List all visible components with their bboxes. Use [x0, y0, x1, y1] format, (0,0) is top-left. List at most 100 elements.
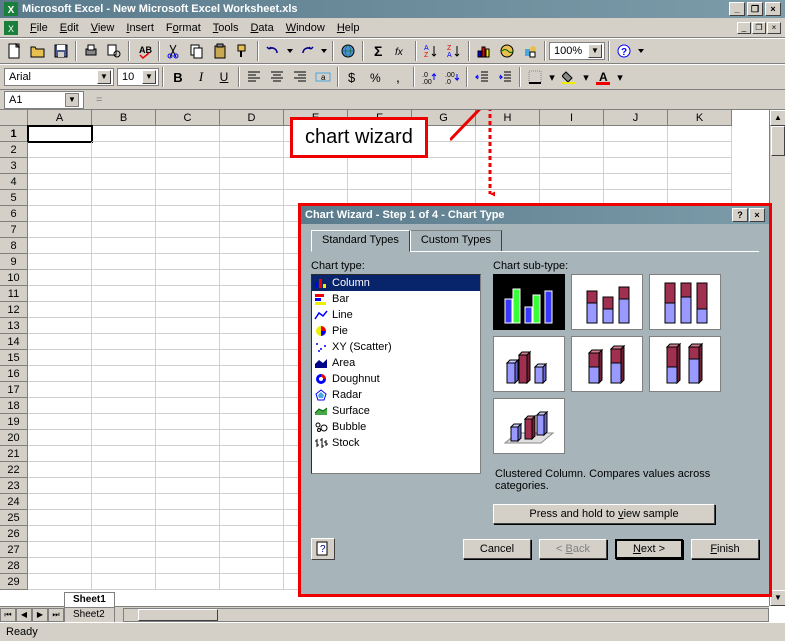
chart-subtype-5[interactable] [649, 336, 721, 392]
underline-button[interactable]: U [213, 66, 235, 88]
cell[interactable] [348, 158, 412, 174]
row-header[interactable]: 29 [0, 574, 28, 590]
row-header[interactable]: 26 [0, 526, 28, 542]
cell[interactable] [28, 526, 92, 542]
cell[interactable] [92, 158, 156, 174]
scroll-down-arrow[interactable]: ▼ [770, 590, 785, 606]
row-header[interactable]: 1 [0, 126, 28, 142]
cell[interactable] [156, 446, 220, 462]
fill-color-icon[interactable] [558, 66, 580, 88]
cell[interactable] [156, 430, 220, 446]
cell[interactable] [156, 286, 220, 302]
formula-equals[interactable]: = [96, 94, 102, 106]
dropdown-arrow-icon[interactable]: ▾ [547, 66, 557, 88]
cell[interactable] [604, 126, 668, 142]
context-help-button[interactable]: ? [311, 538, 335, 560]
cell[interactable] [220, 142, 284, 158]
cell[interactable] [92, 510, 156, 526]
decrease-indent-icon[interactable] [471, 66, 493, 88]
save-icon[interactable] [50, 40, 72, 62]
italic-button[interactable]: I [190, 66, 212, 88]
cell[interactable] [28, 174, 92, 190]
cell[interactable] [28, 222, 92, 238]
drawing-icon[interactable] [519, 40, 541, 62]
cell[interactable] [604, 174, 668, 190]
cell[interactable] [28, 382, 92, 398]
cancel-button[interactable]: Cancel [463, 539, 531, 559]
sheet-tab-sheet2[interactable]: Sheet2 [64, 607, 115, 622]
comma-icon[interactable]: , [388, 66, 410, 88]
cell[interactable] [156, 526, 220, 542]
row-header[interactable]: 10 [0, 270, 28, 286]
cell[interactable] [156, 350, 220, 366]
zoom-combo[interactable]: 100% ▼ [549, 42, 605, 60]
cell[interactable] [220, 190, 284, 206]
cell[interactable] [92, 526, 156, 542]
cell[interactable] [220, 542, 284, 558]
cut-icon[interactable] [163, 40, 185, 62]
menu-format[interactable]: Format [160, 21, 207, 35]
cell[interactable] [156, 366, 220, 382]
view-sample-button[interactable]: Press and hold to view sample [493, 504, 715, 524]
cell[interactable] [156, 414, 220, 430]
bold-button[interactable]: B [167, 66, 189, 88]
minimize-button[interactable]: _ [729, 2, 745, 16]
merge-center-icon[interactable]: a [312, 66, 334, 88]
currency-icon[interactable]: $ [342, 66, 364, 88]
row-header[interactable]: 15 [0, 350, 28, 366]
cell[interactable] [220, 350, 284, 366]
cell[interactable] [156, 238, 220, 254]
cell[interactable] [220, 526, 284, 542]
cell[interactable] [284, 174, 348, 190]
menu-file[interactable]: File [24, 21, 54, 35]
cell[interactable] [92, 446, 156, 462]
cell[interactable] [92, 142, 156, 158]
increase-indent-icon[interactable] [494, 66, 516, 88]
cell[interactable] [28, 206, 92, 222]
spellcheck-icon[interactable]: ABC [133, 40, 155, 62]
cell[interactable] [28, 270, 92, 286]
cell[interactable] [412, 158, 476, 174]
increase-decimal-icon[interactable]: .0.00 [418, 66, 440, 88]
cell[interactable] [28, 302, 92, 318]
cell[interactable] [220, 286, 284, 302]
cell[interactable] [220, 270, 284, 286]
undo-icon[interactable] [262, 40, 284, 62]
chart-subtype-1[interactable] [571, 274, 643, 330]
open-file-icon[interactable] [27, 40, 49, 62]
dialog-close-button[interactable]: × [749, 208, 765, 222]
cell[interactable] [28, 286, 92, 302]
autosum-icon[interactable]: Σ [367, 40, 389, 62]
cell[interactable] [220, 462, 284, 478]
cell[interactable] [156, 462, 220, 478]
chevron-down-icon[interactable]: ▼ [588, 44, 602, 58]
cell[interactable] [28, 414, 92, 430]
tab-standard-types[interactable]: Standard Types [311, 230, 410, 252]
cell[interactable] [220, 510, 284, 526]
sort-desc-icon[interactable]: ZA [443, 40, 465, 62]
cell[interactable] [540, 126, 604, 142]
cell[interactable] [604, 158, 668, 174]
cell[interactable] [156, 334, 220, 350]
cell[interactable] [92, 206, 156, 222]
cell[interactable] [156, 494, 220, 510]
decrease-decimal-icon[interactable]: .00.0 [441, 66, 463, 88]
cell[interactable] [156, 142, 220, 158]
sheet-tab-sheet1[interactable]: Sheet1 [64, 592, 115, 607]
chart-type-stock[interactable]: Stock [312, 435, 480, 451]
borders-icon[interactable] [524, 66, 546, 88]
cell[interactable] [92, 334, 156, 350]
cell[interactable] [28, 462, 92, 478]
cell[interactable] [28, 494, 92, 510]
row-header[interactable]: 2 [0, 142, 28, 158]
percent-icon[interactable]: % [365, 66, 387, 88]
doc-restore-button[interactable]: ❐ [752, 22, 766, 34]
row-header[interactable]: 5 [0, 190, 28, 206]
finish-button[interactable]: Finish [691, 539, 759, 559]
cell[interactable] [28, 558, 92, 574]
help-icon[interactable]: ? [613, 40, 635, 62]
cell[interactable] [220, 398, 284, 414]
column-header[interactable]: J [604, 110, 668, 126]
cell[interactable] [28, 398, 92, 414]
chart-type-listbox[interactable]: ColumnBarLinePieXY (Scatter)AreaDoughnut… [311, 274, 481, 474]
